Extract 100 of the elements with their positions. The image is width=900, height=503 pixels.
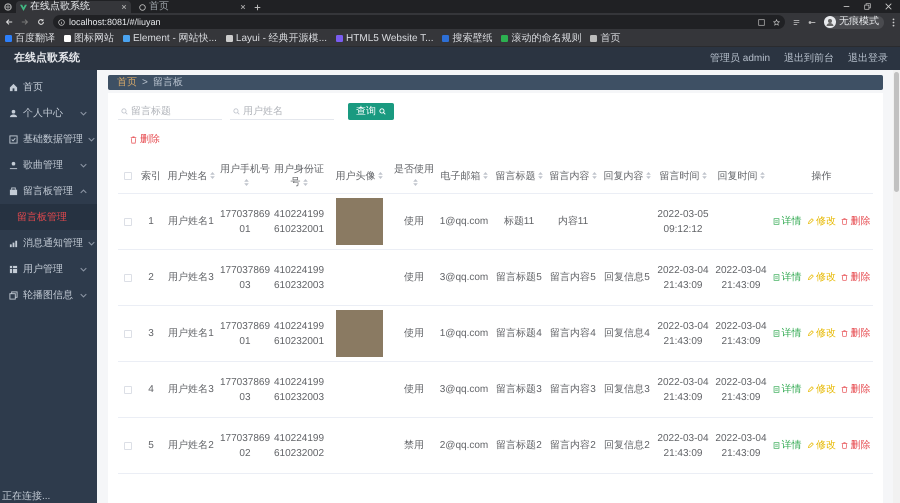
search-icon — [379, 108, 386, 115]
column-header[interactable]: 留言标题 — [492, 170, 546, 182]
trash-icon — [130, 136, 137, 144]
search-field[interactable]: 用户姓名 — [230, 103, 334, 120]
key-icon[interactable] — [808, 18, 816, 26]
more-icon[interactable] — [892, 18, 895, 26]
bookmark[interactable]: 搜索壁纸 — [442, 34, 492, 44]
column-header[interactable]: 用户身份证号 — [272, 163, 326, 189]
checkbox[interactable] — [124, 274, 132, 282]
reading-list-icon[interactable] — [793, 18, 800, 26]
sidebar-item[interactable]: 歌曲管理 — [0, 152, 97, 178]
table-cell-text: 标题11 — [504, 214, 534, 229]
row-index: 5 — [148, 439, 154, 453]
column-header[interactable]: 回复时间 — [712, 170, 770, 182]
table-cell-text: 回复信息5 — [604, 270, 650, 285]
table-cell-text: 留言标题5 — [496, 270, 542, 285]
bookmark[interactable]: 百度翻译 — [5, 34, 55, 44]
forward-icon[interactable] — [21, 18, 29, 26]
table-cell-text: 1@qq.com — [440, 215, 488, 229]
bookmark[interactable]: HTML5 Website T... — [336, 34, 434, 44]
table-cell-text: 用户姓名2 — [168, 438, 214, 453]
header-link[interactable]: 退出登录 — [848, 51, 888, 66]
checkbox[interactable] — [124, 442, 132, 450]
minimize-icon[interactable] — [843, 3, 850, 10]
pencil-icon — [806, 442, 814, 449]
table-cell-text: 2022-03-04 21:43:09 — [714, 432, 768, 460]
close-icon — [121, 4, 127, 10]
breadcrumb-link[interactable]: 首页 — [117, 78, 137, 88]
bookmark[interactable]: Element - 网站快... — [123, 34, 217, 44]
column-header[interactable]: 是否使用 — [392, 163, 436, 189]
bookmark[interactable]: 滚动的命名规则 — [501, 34, 582, 44]
column-header[interactable]: 用户头像 — [326, 170, 392, 182]
restore-icon[interactable] — [864, 3, 871, 10]
trash-icon — [841, 442, 848, 449]
details-button[interactable]: 详情 — [772, 382, 802, 397]
table-cell-text: 使用 — [404, 271, 424, 285]
document-icon — [772, 442, 780, 449]
table-cell-text: 410224199610232001 — [274, 320, 324, 348]
column-header[interactable]: 留言时间 — [654, 170, 712, 182]
checkbox[interactable] — [124, 218, 132, 226]
delete-button[interactable]: 删除 — [841, 214, 870, 229]
address-bar[interactable]: localhost:8081/#/liuyan — [53, 15, 785, 29]
delete-button[interactable]: 删除 — [841, 326, 870, 341]
row-index: 2 — [148, 271, 154, 285]
profile-button[interactable]: 无痕模式 — [824, 16, 884, 28]
checkbox[interactable] — [124, 386, 132, 394]
browser-tab[interactable]: 在线点歌系统 — [16, 1, 131, 13]
table-cell-text: 1@qq.com — [440, 327, 488, 341]
table-cell-text: 3@qq.com — [440, 383, 488, 397]
column-header[interactable]: 电子邮箱 — [436, 170, 492, 182]
column-header[interactable]: 留言内容 — [546, 170, 600, 182]
details-button[interactable]: 详情 — [772, 214, 802, 229]
delete-button[interactable]: 删除 — [841, 270, 870, 285]
details-button[interactable]: 详情 — [772, 438, 802, 453]
document-icon — [772, 218, 780, 225]
column-header[interactable]: 用户手机号 — [218, 163, 272, 189]
document-icon — [772, 386, 780, 393]
delete-button[interactable]: 删除 — [841, 438, 870, 453]
sidebar-subitem[interactable]: 留言板管理 — [0, 204, 97, 230]
bookmark[interactable]: 图标网站 — [64, 34, 114, 44]
table-cell-text: 留言标题3 — [496, 382, 542, 397]
sidebar-item[interactable]: 用户管理 — [0, 256, 97, 282]
scrollbar[interactable] — [893, 70, 900, 503]
star-icon[interactable] — [773, 18, 780, 26]
status-text: 正在连接... — [0, 491, 52, 503]
header-link[interactable]: 退出到前台 — [784, 51, 834, 66]
table-cell-text: 留言标题4 — [496, 326, 542, 341]
table-cell-text: 17703786903 — [220, 264, 270, 292]
column-header[interactable]: 用户姓名 — [164, 170, 218, 182]
pencil-icon — [806, 386, 814, 393]
table-cell-text: 使用 — [404, 383, 424, 397]
sidebar-item[interactable]: 留言板管理 — [0, 178, 97, 204]
plus-icon[interactable] — [254, 4, 261, 11]
search-field[interactable]: 留言标题 — [118, 103, 222, 120]
sidebar-item[interactable]: 消息通知管理 — [0, 230, 97, 256]
column-header[interactable]: 回复内容 — [600, 170, 654, 182]
checkbox[interactable] — [124, 172, 132, 180]
bookmark[interactable]: Layui - 经典开源模... — [226, 34, 328, 44]
sidebar-item[interactable]: 首页 — [0, 74, 97, 100]
delete-button[interactable]: 删除 — [130, 132, 160, 147]
back-icon[interactable] — [5, 18, 13, 26]
bookmark[interactable]: 首页 — [590, 34, 620, 44]
sidebar-item[interactable]: 个人中心 — [0, 100, 97, 126]
delete-button[interactable]: 删除 — [841, 382, 870, 397]
details-button[interactable]: 详情 — [772, 270, 802, 285]
sidebar-item[interactable]: 轮播图信息 — [0, 282, 97, 308]
row-index: 1 — [148, 215, 154, 229]
table-cell-text: 用户姓名1 — [168, 214, 214, 229]
reload-icon[interactable] — [37, 18, 45, 26]
checkbox[interactable] — [124, 330, 132, 338]
details-button[interactable]: 详情 — [772, 326, 802, 341]
close-icon[interactable] — [885, 3, 892, 10]
user-label: 管理员 admin — [710, 52, 770, 66]
table-cell-text: 17703786902 — [220, 432, 270, 460]
table-cell-text: 回复信息2 — [604, 438, 650, 453]
sidebar-item[interactable]: 基础数据管理 — [0, 126, 97, 152]
search-button[interactable]: 查询 — [348, 103, 394, 120]
table-cell-text: 回复信息3 — [604, 382, 650, 397]
table-cell-text: 17703786901 — [220, 208, 270, 236]
checklist-icon — [9, 134, 18, 144]
